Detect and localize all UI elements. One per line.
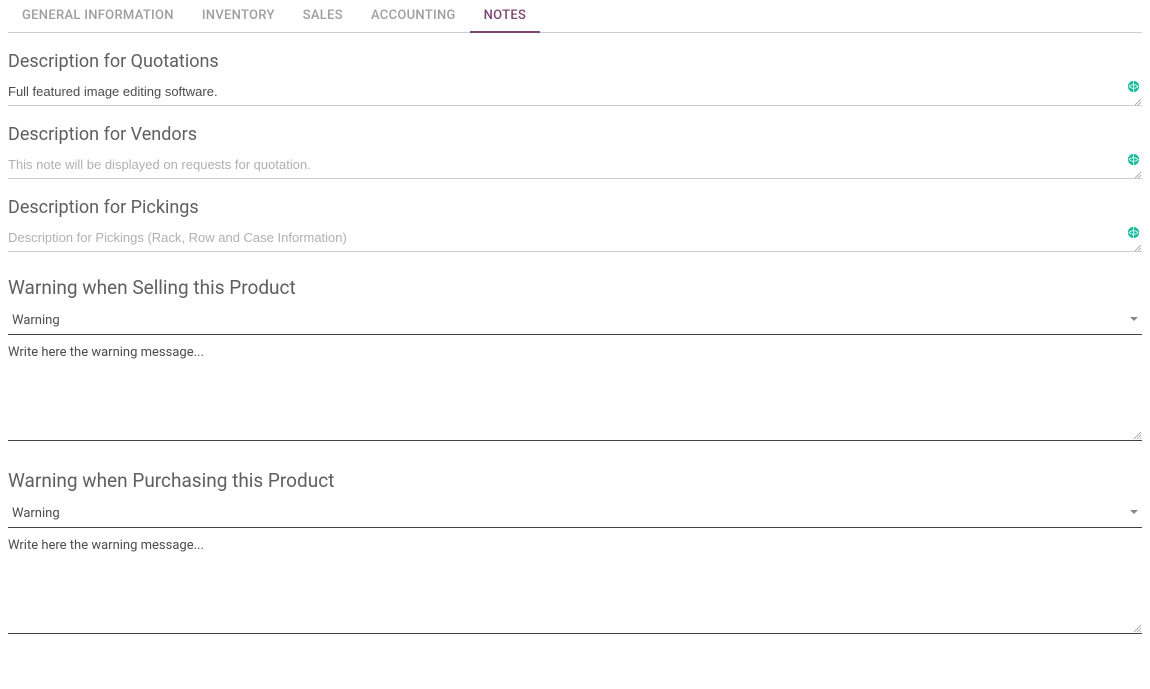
resize-handle-icon [1134, 168, 1142, 176]
tabs-bar: GENERAL INFORMATION INVENTORY SALES ACCO… [8, 0, 1142, 33]
quotations-input[interactable] [8, 80, 1118, 105]
globe-icon[interactable] [1127, 226, 1140, 239]
section-title-vendors: Description for Vendors [8, 124, 1142, 145]
pickings-input-wrap [8, 226, 1142, 252]
caret-down-icon [1130, 510, 1138, 514]
globe-icon[interactable] [1127, 80, 1140, 93]
tab-accounting[interactable]: ACCOUNTING [357, 0, 470, 33]
section-title-pickings: Description for Pickings [8, 197, 1142, 218]
warning-purchase-textarea-wrap [8, 534, 1142, 634]
tab-sales[interactable]: SALES [289, 0, 357, 33]
tab-notes[interactable]: NOTES [470, 0, 541, 33]
warning-purchase-select[interactable]: Warning [8, 502, 1142, 528]
warning-purchase-textarea[interactable] [8, 534, 1142, 629]
resize-handle-icon [1134, 241, 1142, 249]
warning-sell-textarea[interactable] [8, 341, 1142, 436]
resize-handle-icon [1133, 622, 1142, 631]
resize-handle-icon [1134, 95, 1142, 103]
caret-down-icon [1130, 317, 1138, 321]
tab-inventory[interactable]: INVENTORY [188, 0, 289, 33]
globe-icon[interactable] [1127, 153, 1140, 166]
vendors-input[interactable] [8, 153, 1118, 178]
tab-general-information[interactable]: GENERAL INFORMATION [8, 0, 188, 33]
pickings-input[interactable] [8, 226, 1118, 251]
vendors-input-wrap [8, 153, 1142, 179]
section-title-warning-purchase: Warning when Purchasing this Product [8, 469, 1142, 492]
quotations-input-wrap [8, 80, 1142, 106]
warning-sell-select-value: Warning [8, 309, 1142, 334]
section-title-quotations: Description for Quotations [8, 51, 1142, 72]
warning-sell-select[interactable]: Warning [8, 309, 1142, 335]
warning-purchase-select-value: Warning [8, 502, 1142, 527]
section-title-warning-sell: Warning when Selling this Product [8, 276, 1142, 299]
resize-handle-icon [1133, 429, 1142, 438]
warning-sell-textarea-wrap [8, 341, 1142, 441]
